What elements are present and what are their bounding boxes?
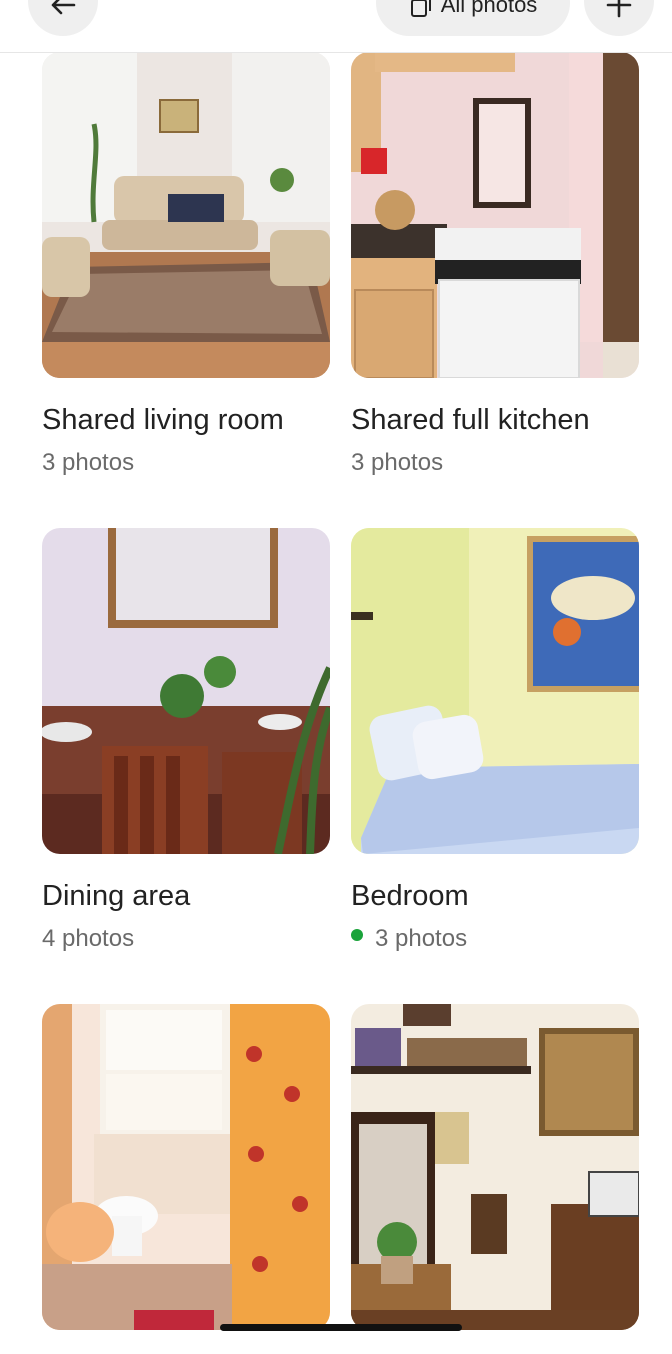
photo-category-card[interactable]: [351, 1004, 639, 1354]
photo-stack-icon: [410, 0, 431, 17]
kitchen-photo[interactable]: [351, 52, 639, 378]
card-photo-count: 4 photos: [42, 925, 135, 952]
card-title: Shared living room: [42, 404, 284, 436]
card-title: Shared full kitchen: [351, 404, 590, 436]
add-button[interactable]: [584, 0, 654, 36]
card-photo-count: 3 photos: [351, 449, 444, 476]
plus-icon: [606, 0, 632, 18]
home-indicator[interactable]: [220, 1324, 462, 1331]
living-room-photo[interactable]: [42, 52, 330, 378]
photo-category-card[interactable]: Shared living room 3 photos: [42, 52, 330, 478]
card-title: Dining area: [42, 880, 191, 912]
card-title: Bedroom: [351, 880, 469, 912]
photo-category-card[interactable]: Bedroom 3 photos: [351, 528, 639, 954]
new-update-dot: [351, 929, 363, 941]
all-photos-label: All photos: [440, 0, 538, 17]
back-button[interactable]: [28, 0, 98, 36]
workspace-photo[interactable]: [351, 1004, 639, 1330]
arrow-left-icon: [51, 0, 76, 15]
card-photo-count: 3 photos: [351, 924, 639, 954]
top-bar: All photos: [0, 0, 672, 53]
card-photo-count: 3 photos: [42, 449, 135, 476]
all-photos-button[interactable]: All photos: [376, 0, 570, 36]
bathroom-photo[interactable]: [42, 1004, 330, 1330]
bedroom-photo[interactable]: [351, 528, 639, 854]
card-photo-count-text: 3 photos: [375, 925, 468, 952]
photo-category-card[interactable]: [42, 1004, 330, 1354]
dining-area-photo[interactable]: [42, 528, 330, 854]
photo-category-card[interactable]: Shared full kitchen 3 photos: [351, 52, 639, 478]
photo-category-card[interactable]: Dining area 4 photos: [42, 528, 330, 954]
